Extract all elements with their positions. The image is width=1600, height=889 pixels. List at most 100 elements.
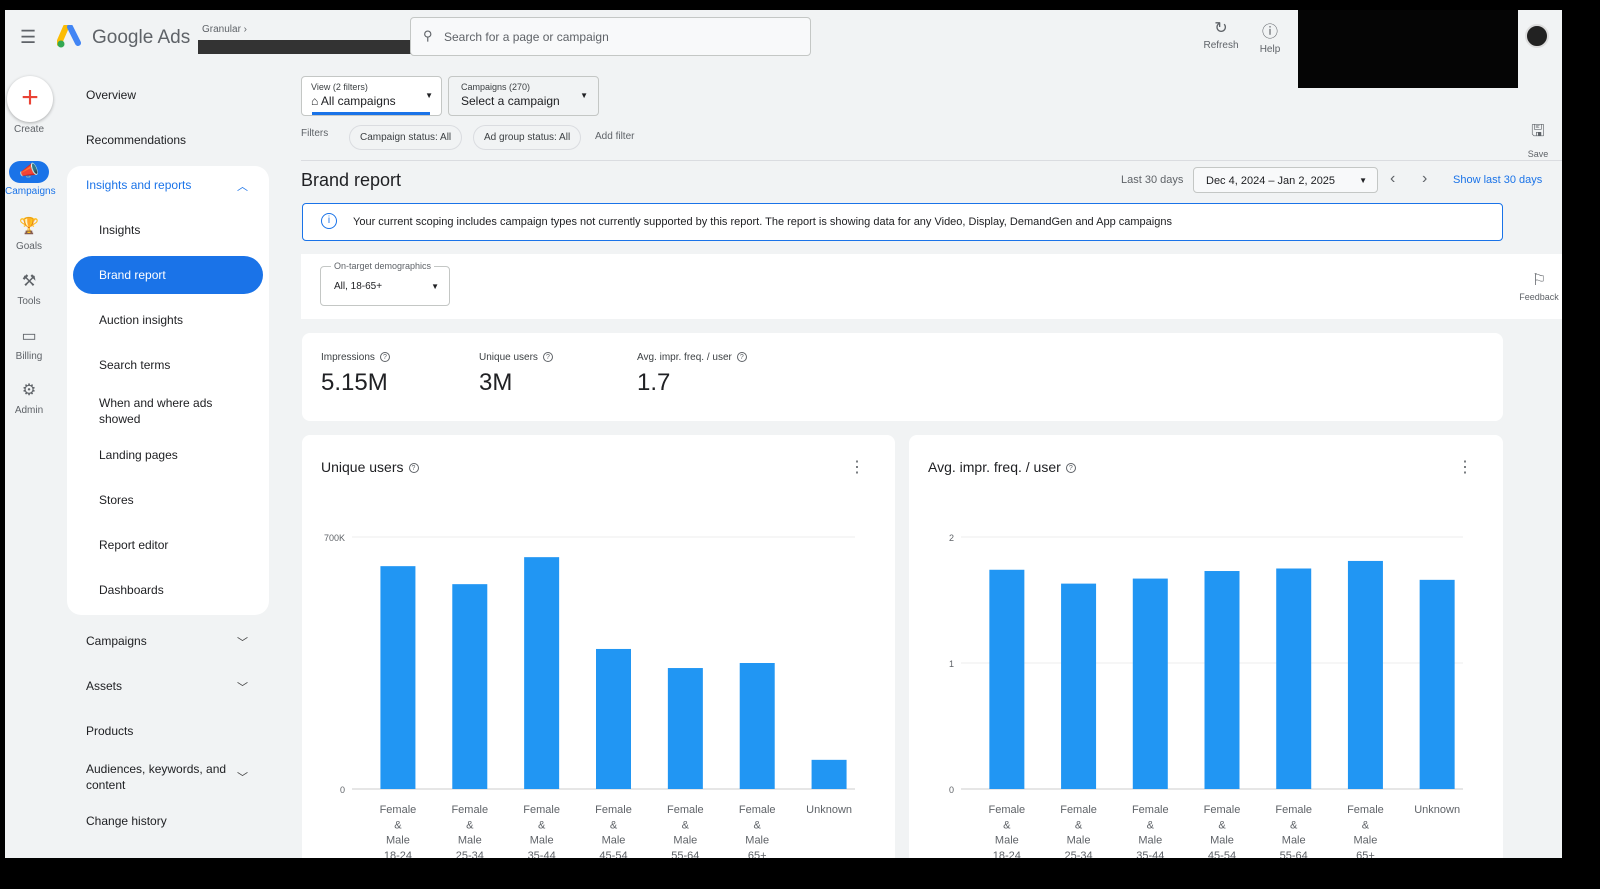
date-range-picker[interactable]: Dec 4, 2024 – Jan 2, 2025 ▼ (1193, 167, 1378, 193)
previous-period-button[interactable]: ‹ (1390, 170, 1395, 188)
bar[interactable] (739, 663, 775, 789)
tools-icon: ⚒ (21, 273, 37, 290)
rail-billing[interactable]: ▭ Billing (5, 326, 53, 362)
bar[interactable] (452, 584, 488, 789)
bar[interactable] (1204, 571, 1240, 789)
metric-label: Unique users (479, 352, 538, 363)
chevron-down-icon[interactable]: ﹀ (237, 769, 248, 785)
nav-campaigns[interactable]: Campaigns (86, 634, 147, 648)
rail-campaigns[interactable]: 📣 Campaigns (5, 161, 56, 197)
search-placeholder: Search for a page or campaign (444, 30, 609, 44)
nav-stores[interactable]: Stores (99, 493, 134, 507)
nav-audiences[interactable]: Audiences, keywords, and content (86, 761, 236, 793)
avatar[interactable] (1525, 24, 1549, 48)
avg-freq-chart-card: Avg. impr. freq. / user? ⋮ 0 1 2 Female & Mal… (909, 435, 1503, 858)
rail-goals[interactable]: 🏆 Goals (5, 216, 53, 252)
next-period-button[interactable]: › (1422, 170, 1427, 188)
campaign-status-chip[interactable]: Campaign status: All (349, 125, 463, 150)
bar[interactable] (667, 668, 703, 789)
demographics-value: All, 18-65+ (334, 281, 383, 292)
refresh-button[interactable]: ↻ Refresh (1199, 18, 1243, 51)
help-icon: ⓘ (1261, 24, 1278, 41)
x-tick-label: Unknown (1414, 804, 1460, 816)
nav-landing-pages[interactable]: Landing pages (99, 448, 178, 462)
metric-label: Impressions (321, 352, 375, 363)
x-tick-label: Female & Male 25-34 (451, 804, 488, 858)
bar[interactable] (811, 759, 847, 789)
help-label: Help (1259, 44, 1281, 55)
bar[interactable] (380, 566, 416, 789)
help-icon[interactable]: ? (542, 352, 553, 363)
metric-value: 3M (479, 369, 513, 396)
rail-admin[interactable]: ⚙ Admin (5, 380, 53, 416)
dropdown-arrow-icon: ▼ (431, 282, 439, 291)
ad-group-status-chip[interactable]: Ad group status: All (473, 125, 582, 150)
breadcrumb-account[interactable]: Granular (202, 24, 241, 35)
nav-when-where[interactable]: When and where ads showed (99, 395, 229, 427)
menu-icon[interactable]: ☰ (20, 27, 36, 48)
metric-value: 1.7 (637, 369, 671, 396)
dropdown-arrow-icon: ▼ (1359, 176, 1367, 185)
create-button[interactable]: + (7, 76, 53, 122)
bar[interactable] (1276, 568, 1312, 790)
bar[interactable] (1061, 583, 1097, 789)
breadcrumb[interactable]: Granular › (202, 24, 247, 35)
bar[interactable] (1132, 578, 1168, 789)
unique-users-chart: 0 700K Female & Male 18-24 Female & Male 25-34 Fem… (324, 533, 855, 858)
chevron-down-icon[interactable]: ﹀ (237, 634, 248, 650)
rail-tools[interactable]: ⚒ Tools (5, 271, 53, 307)
x-tick-label: Female & Male 25-34 (1060, 804, 1097, 858)
nav-overview[interactable]: Overview (86, 88, 136, 102)
nav-search-terms[interactable]: Search terms (99, 358, 170, 372)
demographics-dropdown[interactable]: On-target demographics All, 18-65+ ▼ (320, 261, 450, 306)
nav-insights-and-reports[interactable]: Insights and reports (86, 178, 191, 192)
rail-label: Tools (17, 296, 41, 307)
x-tick-label: Female & Male 55-64 (667, 804, 704, 858)
create-label: Create (13, 124, 44, 135)
info-icon: i (321, 213, 337, 229)
metric-unique-users: Unique users? 3M (479, 352, 553, 397)
x-tick-label: Female & Male 18-24 (380, 804, 417, 858)
y-tick-label: 1 (949, 659, 954, 669)
campaign-dropdown[interactable]: Campaigns (270) Select a campaign ▼ (448, 76, 599, 116)
campaigns-label: Campaigns (270) (461, 82, 531, 92)
bar[interactable] (989, 569, 1025, 789)
metric-impressions: Impressions? 5.15M (321, 352, 390, 397)
active-indicator (312, 112, 430, 115)
show-last-30-days-link[interactable]: Show last 30 days (1453, 174, 1542, 186)
help-icon[interactable]: ? (736, 352, 747, 363)
nav-brand-report[interactable]: Brand report (73, 256, 263, 294)
nav-auction-insights[interactable]: Auction insights (99, 313, 183, 327)
date-range-value: Dec 4, 2024 – Jan 2, 2025 (1206, 175, 1336, 187)
nav-insights[interactable]: Insights (99, 223, 140, 237)
nav-dashboards[interactable]: Dashboards (99, 583, 164, 597)
save-label: Save (1527, 149, 1549, 159)
unique-users-chart-card: Unique users? ⋮ 0 700K Female & Male 18-24 Fem… (302, 435, 895, 858)
nav-products[interactable]: Products (86, 724, 133, 738)
bar[interactable] (1347, 560, 1383, 789)
nav-recommendations[interactable]: Recommendations (86, 133, 186, 147)
view-filter-dropdown[interactable]: View (2 filters) ⌂ All campaigns ▼ (301, 76, 442, 116)
view-label: View (2 filters) (311, 82, 368, 92)
feedback-button[interactable]: ⚐ Feedback (1516, 270, 1562, 302)
nav-assets[interactable]: Assets (86, 679, 122, 693)
bar[interactable] (596, 648, 631, 789)
divider (301, 160, 1562, 161)
metric-label: Avg. impr. freq. / user (637, 352, 732, 363)
nav-change-history[interactable]: Change history (86, 814, 167, 828)
help-button[interactable]: ⓘ Help (1248, 18, 1292, 55)
search-input[interactable]: ⚲ Search for a page or campaign (410, 17, 811, 56)
chevron-down-icon[interactable]: ﹀ (237, 679, 248, 695)
bar[interactable] (1419, 579, 1455, 789)
bar[interactable] (524, 557, 560, 789)
rail-label: Campaigns (5, 186, 56, 197)
chevron-up-icon[interactable]: ︿ (237, 178, 248, 194)
search-icon: ⚲ (423, 28, 433, 43)
add-filter-button[interactable]: Add filter (595, 131, 634, 142)
save-icon: 🖫 (1531, 123, 1545, 140)
card-icon: ▭ (21, 328, 37, 345)
help-icon[interactable]: ? (379, 352, 390, 363)
nav-report-editor[interactable]: Report editor (99, 538, 168, 552)
save-button[interactable]: 🖫 Save (1516, 120, 1560, 159)
x-tick-label: Female & Male 65+ (1347, 804, 1384, 858)
